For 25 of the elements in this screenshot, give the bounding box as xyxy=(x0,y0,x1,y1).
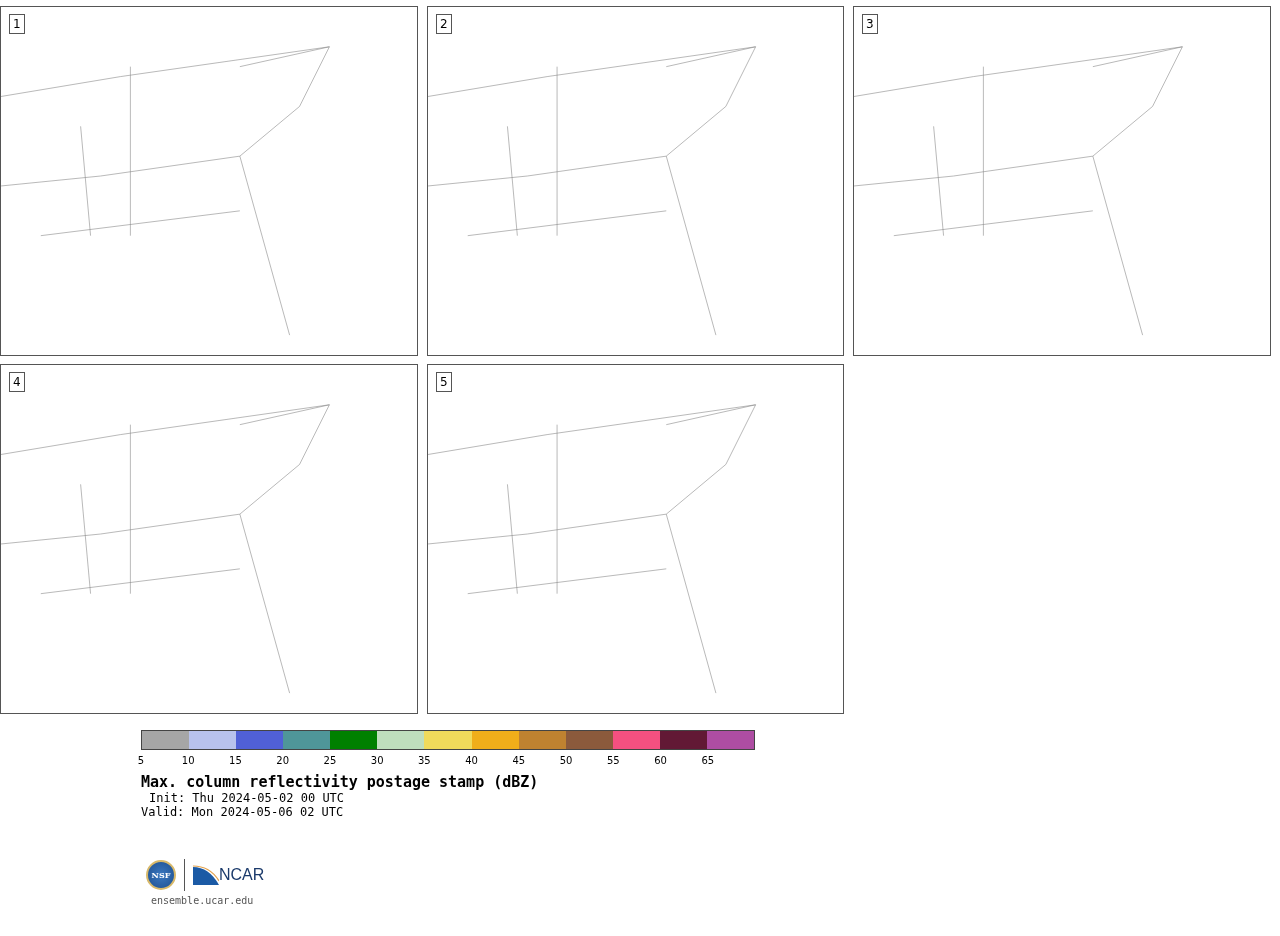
tick-label: 5 xyxy=(137,755,145,766)
tick-label: 65 xyxy=(701,755,715,766)
tick-label: 50 xyxy=(559,755,573,766)
tick-label: 30 xyxy=(370,755,384,766)
tick-label: 35 xyxy=(418,755,431,766)
panel-number: 2 xyxy=(436,14,452,34)
tick-label: 55 xyxy=(606,755,620,766)
tick-label: 10 xyxy=(181,755,195,766)
chart-title: Max. column reflectivity postage stamp (dBZ) xyxy=(141,773,540,791)
tick-label: 45 xyxy=(512,755,526,766)
valid-time: Valid: Mon 2024-05-06 02 UTC xyxy=(141,805,345,819)
init-time: Init: Thu 2024-05-02 00 UTC xyxy=(148,791,346,805)
website-address: ensemble.ucar.edu xyxy=(151,895,255,906)
ncar-logo: NCAR xyxy=(219,866,265,884)
panel-number: 1 xyxy=(9,14,25,34)
tick-label: 20 xyxy=(276,755,290,766)
panel-number: 4 xyxy=(9,372,25,392)
tick-label: 25 xyxy=(323,755,337,766)
tick-label: 15 xyxy=(229,755,242,766)
tick-label: 40 xyxy=(465,755,478,766)
swoosh-icon xyxy=(193,865,219,885)
nsf-logo: NSF xyxy=(146,860,176,890)
panel-number: 3 xyxy=(862,14,878,34)
tick-label: 60 xyxy=(654,755,667,766)
panel-number: 5 xyxy=(436,372,452,392)
